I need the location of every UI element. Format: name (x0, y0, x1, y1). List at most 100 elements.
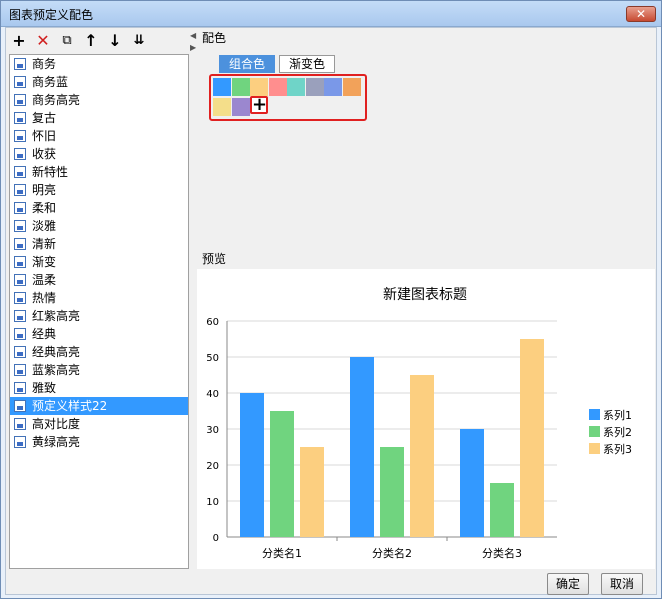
x-tick-label: 分类名2 (372, 546, 412, 560)
y-tick-label: 20 (206, 461, 219, 472)
legend-label: 系列2 (603, 425, 632, 439)
color-swatch[interactable] (287, 78, 305, 96)
color-swatch-panel: + (209, 74, 367, 121)
toolbar: + ✕ ⧉ ↑ ↓ ⇊ (9, 31, 187, 53)
ok-button[interactable]: 确定 (547, 573, 589, 595)
scheme-item[interactable]: 渐变 (10, 253, 188, 271)
scheme-label: 商务高亮 (32, 93, 81, 107)
scheme-item[interactable]: 明亮 (10, 181, 188, 199)
scheme-icon (14, 130, 26, 142)
sort-icon[interactable]: ⇊ (129, 31, 149, 51)
tab-gradient-color[interactable]: 渐变色 (279, 55, 335, 73)
scheme-label: 柔和 (32, 201, 57, 215)
scheme-label: 复古 (32, 111, 57, 125)
color-swatch[interactable] (268, 78, 287, 96)
color-swatch[interactable] (231, 78, 250, 96)
copy-icon[interactable]: ⧉ (57, 31, 77, 51)
scheme-item[interactable]: 雅致 (10, 379, 188, 397)
scheme-label: 清新 (32, 237, 57, 251)
delete-x-icon[interactable]: ✕ (33, 31, 53, 51)
scheme-item[interactable]: 收获 (10, 145, 188, 163)
scheme-label: 雅致 (32, 381, 57, 395)
scheme-item[interactable]: 预定义样式22 (10, 397, 188, 415)
tab-combo-color[interactable]: 组合色 (219, 55, 275, 73)
scheme-icon (14, 202, 26, 214)
scheme-item[interactable]: 复古 (10, 109, 188, 127)
cancel-button[interactable]: 取消 (601, 573, 643, 595)
bar (380, 447, 404, 537)
scheme-icon (14, 256, 26, 268)
y-tick-label: 40 (206, 389, 219, 400)
scheme-label: 经典 (32, 327, 57, 341)
scheme-icon (14, 238, 26, 250)
scheme-item[interactable]: 热情 (10, 289, 188, 307)
color-swatch[interactable] (305, 78, 324, 96)
arrow-down-icon[interactable]: ↓ (105, 31, 125, 51)
color-swatch[interactable] (342, 78, 361, 96)
x-tick-label: 分类名3 (482, 546, 522, 560)
scheme-item[interactable]: 商务高亮 (10, 91, 188, 109)
scheme-icon (14, 148, 26, 160)
scheme-item[interactable]: 经典 (10, 325, 188, 343)
color-swatch[interactable] (250, 78, 268, 96)
scheme-item[interactable]: 怀旧 (10, 127, 188, 145)
scheme-icon (14, 400, 26, 412)
scheme-item[interactable]: 淡雅 (10, 217, 188, 235)
scheme-label: 收获 (32, 147, 57, 161)
chart-title: 新建图表标题 (383, 287, 467, 303)
scheme-label: 热情 (32, 291, 57, 305)
scheme-item[interactable]: 新特性 (10, 163, 188, 181)
scheme-item[interactable]: 温柔 (10, 271, 188, 289)
bar (270, 411, 294, 537)
color-swatch[interactable] (324, 78, 342, 96)
scheme-label: 温柔 (32, 273, 57, 287)
scheme-item[interactable]: 高对比度 (10, 415, 188, 433)
collapse-left-icon[interactable]: ◀ (190, 31, 196, 40)
color-swatch[interactable] (213, 78, 231, 96)
scheme-label: 怀旧 (32, 129, 57, 143)
scheme-icon (14, 436, 26, 448)
scheme-icon (14, 418, 26, 430)
scheme-item[interactable]: 黄绿高亮 (10, 433, 188, 451)
x-tick-label: 分类名1 (262, 546, 302, 560)
bar (240, 393, 264, 537)
bar (460, 429, 484, 537)
scheme-label: 预定义样式22 (32, 399, 108, 413)
scheme-item[interactable]: 清新 (10, 235, 188, 253)
scheme-label: 渐变 (32, 255, 57, 269)
title-bar: 图表预定义配色 ✕ (1, 1, 661, 27)
preview-section-label: 预览 (202, 252, 227, 266)
collapse-right-icon[interactable]: ▶ (190, 43, 196, 52)
chart-preview: 新建图表标题 0 10 20 30 40 50 60 分类名1 分类名2 分类名3 系列1 系列2 系列3 (197, 269, 655, 569)
y-tick-label: 0 (213, 533, 219, 544)
close-button[interactable]: ✕ (626, 6, 656, 22)
scheme-icon (14, 310, 26, 322)
scheme-item[interactable]: 商务 (10, 55, 188, 73)
scheme-icon (14, 274, 26, 286)
splitter[interactable]: ◀ ▶ (190, 31, 196, 571)
scheme-icon (14, 328, 26, 340)
arrow-up-icon[interactable]: ↑ (81, 31, 101, 51)
color-swatch[interactable] (213, 98, 231, 116)
scheme-item[interactable]: 蓝紫高亮 (10, 361, 188, 379)
scheme-item[interactable]: 商务蓝 (10, 73, 188, 91)
scheme-item[interactable]: 经典高亮 (10, 343, 188, 361)
legend-swatch (589, 443, 600, 454)
scheme-label: 黄绿高亮 (32, 435, 81, 449)
scheme-icon (14, 346, 26, 358)
bar (350, 357, 374, 537)
scheme-list[interactable]: 商务商务蓝商务高亮复古怀旧收获新特性明亮柔和淡雅清新渐变温柔热情红紫高亮经典经典… (9, 54, 189, 569)
color-swatch[interactable] (231, 98, 250, 116)
scheme-label: 商务 (32, 57, 57, 71)
scheme-icon (14, 382, 26, 394)
scheme-icon (14, 220, 26, 232)
add-color-button[interactable]: + (250, 96, 268, 114)
scheme-item[interactable]: 红紫高亮 (10, 307, 188, 325)
scheme-label: 明亮 (32, 183, 57, 197)
scheme-label: 高对比度 (32, 417, 81, 431)
scheme-icon (14, 292, 26, 304)
scheme-item[interactable]: 柔和 (10, 199, 188, 217)
plus-icon[interactable]: + (9, 31, 29, 51)
scheme-label: 经典高亮 (32, 345, 81, 359)
dialog-window: 图表预定义配色 ✕ + ✕ ⧉ ↑ ↓ ⇊ 商务商务蓝商务高亮复古怀旧收获新特性… (0, 0, 662, 599)
